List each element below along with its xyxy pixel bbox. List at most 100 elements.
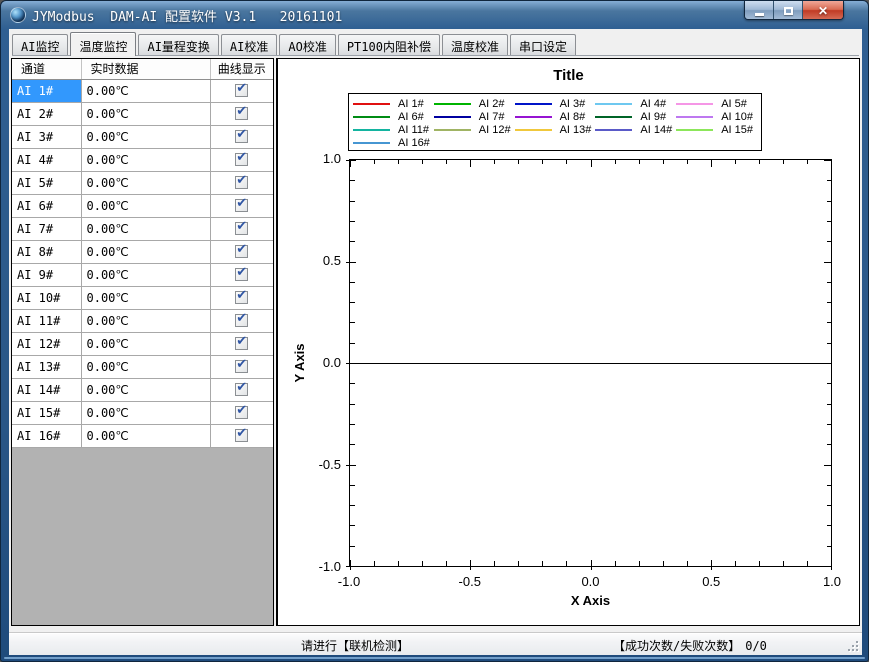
legend-item: AI 8# xyxy=(515,110,596,123)
checkmark-icon: ✔ xyxy=(236,128,247,141)
value-cell[interactable]: 0.00℃ xyxy=(81,424,210,447)
legend-label: AI 14# xyxy=(640,124,672,136)
channel-cell[interactable]: AI 15# xyxy=(12,401,81,424)
channel-cell[interactable]: AI 2# xyxy=(12,102,81,125)
curve-display-checkbox[interactable]: ✔ xyxy=(235,153,248,166)
checkmark-icon: ✔ xyxy=(236,82,247,95)
axis-tick xyxy=(470,160,471,167)
value-cell[interactable]: 0.00℃ xyxy=(81,102,210,125)
legend-label: AI 5# xyxy=(721,98,747,110)
channel-cell[interactable]: AI 7# xyxy=(12,217,81,240)
axis-tick xyxy=(827,525,831,526)
channel-cell[interactable]: AI 14# xyxy=(12,378,81,401)
channel-cell[interactable]: AI 6# xyxy=(12,194,81,217)
table-row: AI 7#0.00℃ ✔ xyxy=(12,217,273,240)
value-cell[interactable]: 0.00℃ xyxy=(81,355,210,378)
value-cell[interactable]: 0.00℃ xyxy=(81,286,210,309)
legend-item: AI 13# xyxy=(515,123,596,136)
curve-display-checkbox[interactable]: ✔ xyxy=(235,360,248,373)
y-tick-label: -0.5 xyxy=(278,457,341,472)
channel-cell[interactable]: AI 8# xyxy=(12,240,81,263)
curve-display-checkbox[interactable]: ✔ xyxy=(235,107,248,120)
legend-label: AI 11# xyxy=(398,124,429,136)
curve-display-checkbox[interactable]: ✔ xyxy=(235,337,248,350)
value-cell[interactable]: 0.00℃ xyxy=(81,309,210,332)
legend-label: AI 10# xyxy=(721,111,753,123)
channel-cell[interactable]: AI 5# xyxy=(12,171,81,194)
axis-tick xyxy=(350,525,355,526)
axis-tick xyxy=(711,160,712,167)
curve-display-checkbox[interactable]: ✔ xyxy=(235,84,248,97)
close-button[interactable]: ✕ xyxy=(803,1,843,20)
axis-tick xyxy=(615,561,616,566)
tab-5[interactable]: AO校准 xyxy=(279,34,335,55)
tab-4[interactable]: AI校准 xyxy=(221,34,277,55)
column-header-3[interactable]: 曲线显示 xyxy=(210,59,273,79)
axis-tick xyxy=(398,160,399,164)
curve-display-checkbox[interactable]: ✔ xyxy=(235,176,248,189)
column-header-2[interactable]: 实时数据 xyxy=(81,59,210,79)
legend-item: AI 15# xyxy=(676,123,757,136)
axis-tick xyxy=(350,282,355,283)
curve-display-checkbox[interactable]: ✔ xyxy=(235,199,248,212)
checkmark-icon: ✔ xyxy=(236,197,247,210)
curve-display-checkbox[interactable]: ✔ xyxy=(235,291,248,304)
axis-tick xyxy=(827,343,831,344)
channel-cell[interactable]: AI 10# xyxy=(12,286,81,309)
value-cell[interactable]: 0.00℃ xyxy=(81,125,210,148)
resize-grip[interactable] xyxy=(848,641,859,652)
checkmark-icon: ✔ xyxy=(236,220,247,233)
legend-item: AI 11# xyxy=(353,123,434,136)
curve-display-checkbox[interactable]: ✔ xyxy=(235,429,248,442)
legend-label: AI 16# xyxy=(398,137,430,149)
axis-tick xyxy=(422,561,423,566)
tab-6[interactable]: PT100内阻补偿 xyxy=(338,34,440,55)
axis-tick xyxy=(518,561,519,566)
channel-cell[interactable]: AI 12# xyxy=(12,332,81,355)
value-cell[interactable]: 0.00℃ xyxy=(81,401,210,424)
tab-7[interactable]: 温度校准 xyxy=(442,34,508,55)
curve-display-checkbox[interactable]: ✔ xyxy=(235,406,248,419)
curve-display-checkbox[interactable]: ✔ xyxy=(235,222,248,235)
value-cell[interactable]: 0.00℃ xyxy=(81,378,210,401)
x-tick-label: 1.0 xyxy=(802,574,862,589)
curve-checkbox-cell: ✔ xyxy=(210,171,273,194)
value-cell[interactable]: 0.00℃ xyxy=(81,263,210,286)
curve-display-checkbox[interactable]: ✔ xyxy=(235,130,248,143)
axis-tick xyxy=(687,160,688,164)
tab-2[interactable]: 温度监控 xyxy=(70,32,136,56)
axis-tick xyxy=(446,561,447,566)
channel-cell[interactable]: AI 13# xyxy=(12,355,81,378)
minimize-button[interactable] xyxy=(745,1,774,20)
curve-display-checkbox[interactable]: ✔ xyxy=(235,245,248,258)
curve-display-checkbox[interactable]: ✔ xyxy=(235,268,248,281)
channel-cell[interactable]: AI 9# xyxy=(12,263,81,286)
legend-item: AI 16# xyxy=(353,136,434,149)
curve-display-checkbox[interactable]: ✔ xyxy=(235,383,248,396)
value-cell[interactable]: 0.00℃ xyxy=(81,171,210,194)
value-cell[interactable]: 0.00℃ xyxy=(81,148,210,171)
value-cell[interactable]: 0.00℃ xyxy=(81,79,210,102)
maximize-icon xyxy=(784,7,793,15)
curve-display-checkbox[interactable]: ✔ xyxy=(235,314,248,327)
value-cell[interactable]: 0.00℃ xyxy=(81,332,210,355)
channel-cell[interactable]: AI 4# xyxy=(12,148,81,171)
tab-1[interactable]: AI监控 xyxy=(12,34,68,55)
table-row: AI 15#0.00℃ ✔ xyxy=(12,401,273,424)
channel-cell[interactable]: AI 16# xyxy=(12,424,81,447)
legend-color-line xyxy=(353,116,390,118)
value-cell[interactable]: 0.00℃ xyxy=(81,240,210,263)
maximize-button[interactable] xyxy=(774,1,803,20)
channel-cell[interactable]: AI 11# xyxy=(12,309,81,332)
titlebar[interactable]: JYModbus DAM-AI 配置软件 V3.1 20161101 ✕ xyxy=(1,1,868,29)
legend-item: AI 6# xyxy=(353,110,434,123)
tab-8[interactable]: 串口设定 xyxy=(510,34,576,55)
tab-3[interactable]: AI量程变换 xyxy=(138,34,218,55)
column-header-1[interactable]: 通道 xyxy=(12,59,81,79)
axis-tick xyxy=(350,560,351,570)
channel-cell[interactable]: AI 1# xyxy=(12,79,81,102)
channel-cell[interactable]: AI 3# xyxy=(12,125,81,148)
value-cell[interactable]: 0.00℃ xyxy=(81,194,210,217)
value-cell[interactable]: 0.00℃ xyxy=(81,217,210,240)
axis-tick xyxy=(350,221,355,222)
